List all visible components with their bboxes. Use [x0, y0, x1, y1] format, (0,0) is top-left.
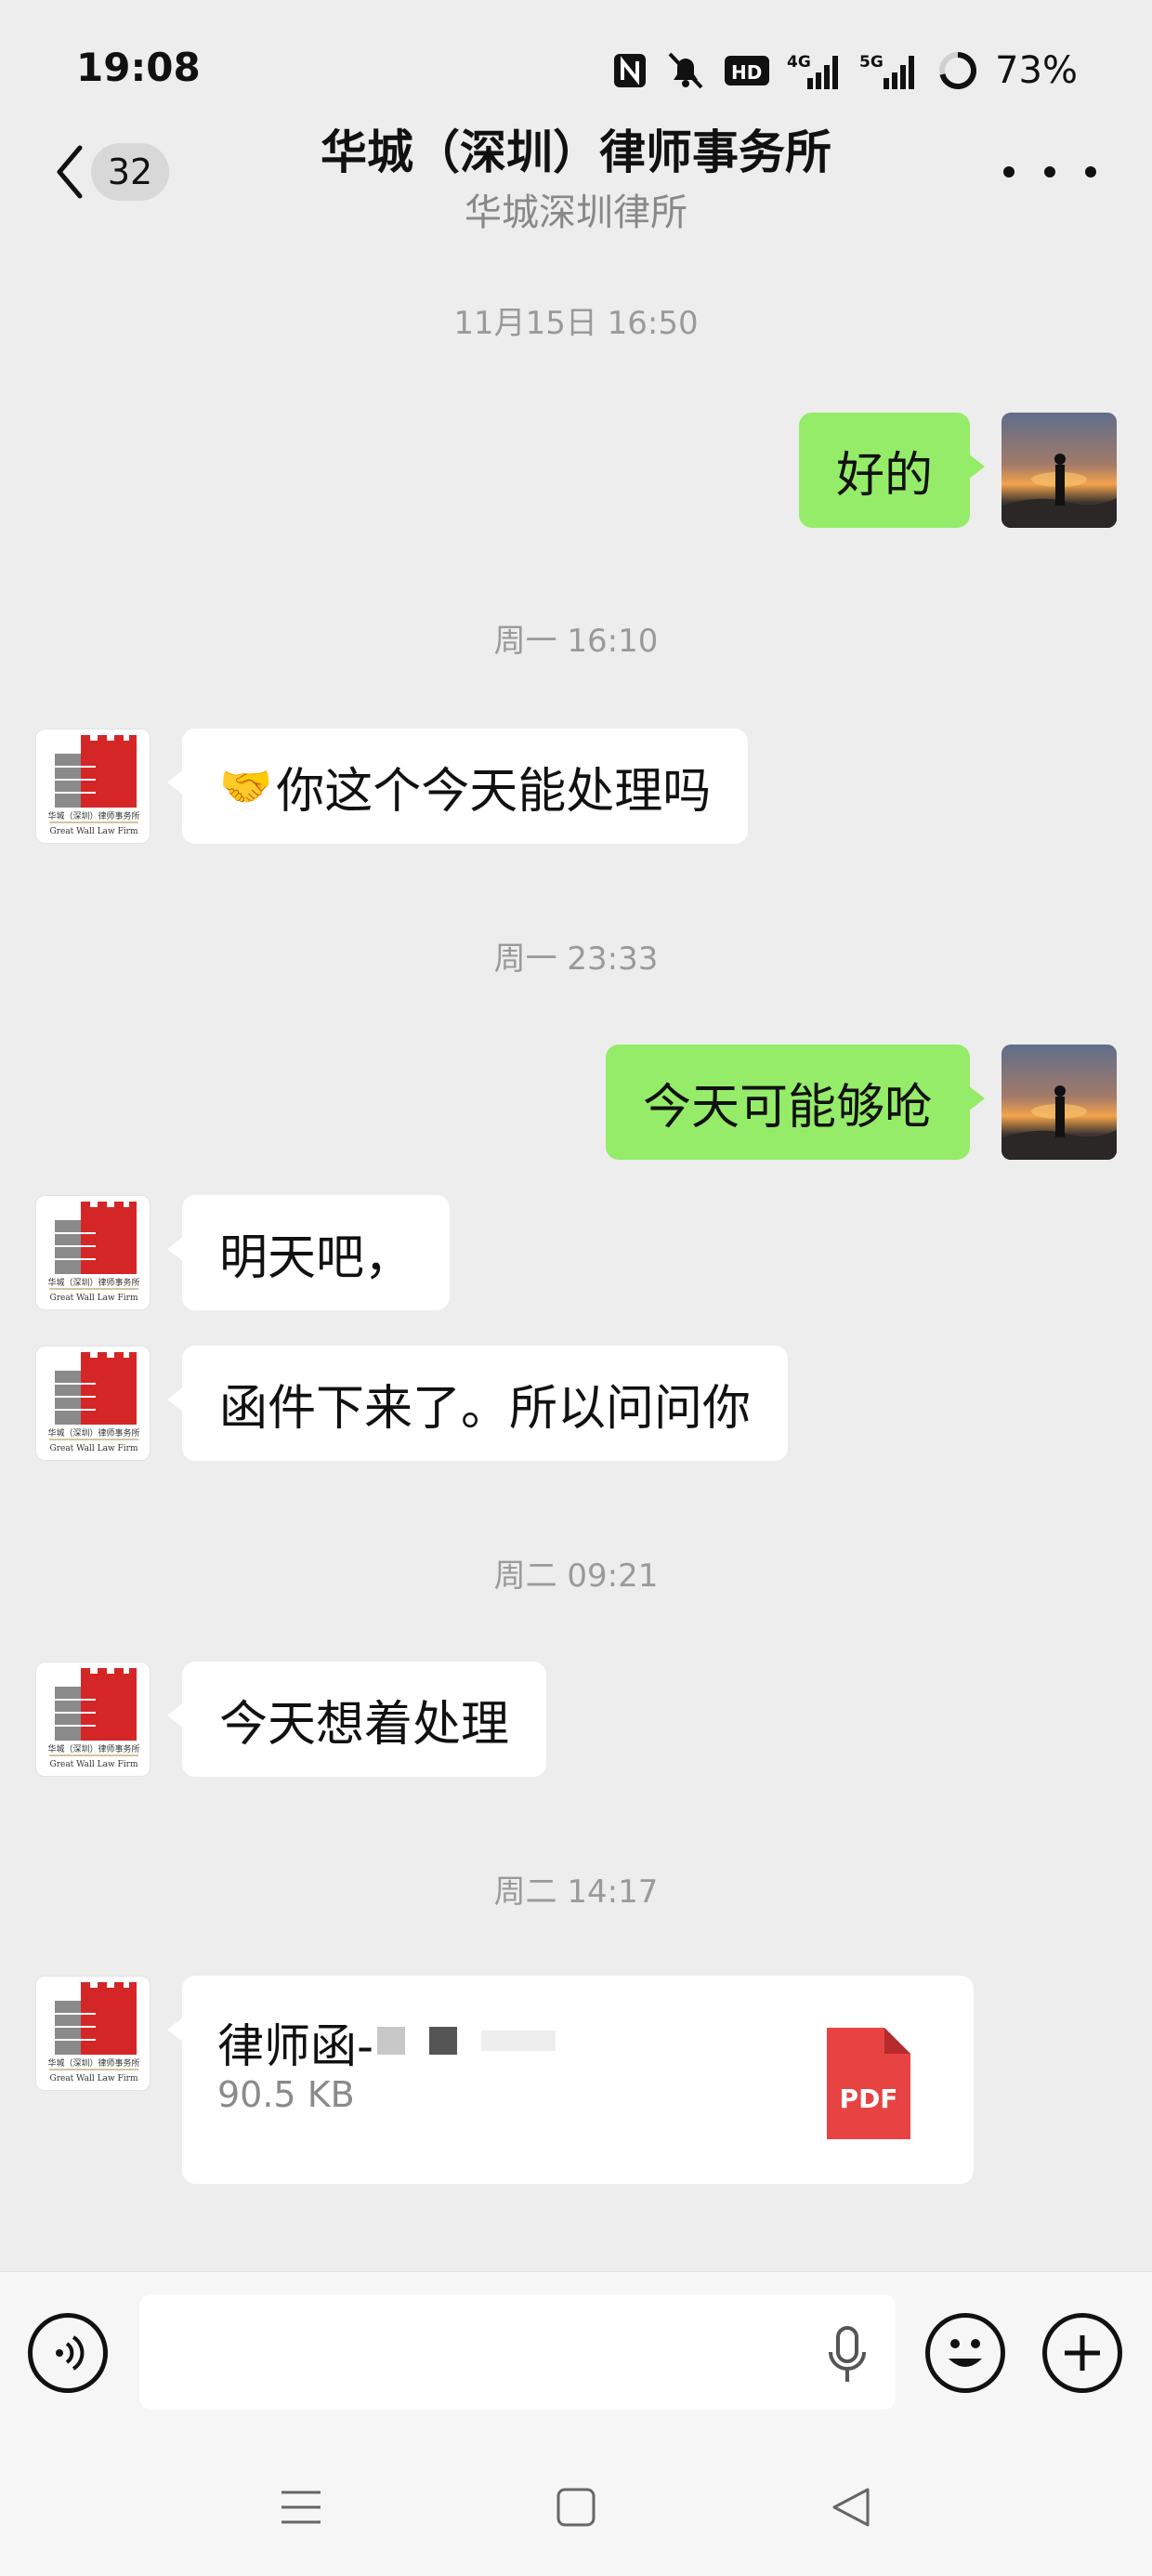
- chat-title: 华城（深圳）律师事务所: [321, 125, 831, 179]
- nfc-icon: [612, 50, 648, 91]
- timestamp: 周一 23:33: [493, 940, 659, 978]
- chat-subtitle: 华城深圳律所: [465, 191, 687, 234]
- law-firm-avatar[interactable]: 华城（深圳）律师事务所 Great Wall Law Firm: [35, 1662, 151, 1777]
- logo-line2: Great Wall Law Firm: [50, 827, 138, 836]
- microphone-icon: [829, 2326, 866, 2382]
- chat-header: 32 华城（深圳）律师事务所 华城深圳律所: [0, 102, 1152, 242]
- law-firm-avatar[interactable]: 华城（深圳）律师事务所 Great Wall Law Firm: [35, 1195, 151, 1310]
- 5g-signal-icon: 5G: [859, 50, 921, 91]
- logo-line1: 华城（深圳）律师事务所: [47, 1277, 139, 1288]
- law-firm-logo-icon: 华城（深圳）律师事务所 Great Wall Law Firm: [47, 1668, 140, 1769]
- my-avatar[interactable]: [1001, 413, 1117, 528]
- timestamp: 周二 14:17: [493, 1873, 659, 1911]
- handshake-emoji: 🤝: [219, 760, 273, 811]
- message-text: 你这个今天能处理吗: [276, 763, 712, 820]
- logo-line2: Great Wall Law Firm: [50, 1760, 138, 1769]
- file-name: 律师函-: [217, 2019, 374, 2073]
- message-bubble-received[interactable]: 函件下来了。所以问问你: [166, 1346, 789, 1461]
- emoji-button[interactable]: [925, 2313, 1005, 2393]
- smiley-icon: [949, 2339, 982, 2367]
- more-dot-icon: [1003, 166, 1015, 177]
- back-nav-button[interactable]: [823, 2479, 879, 2535]
- file-name-redacted: [377, 2022, 628, 2059]
- triangle-back-icon: [832, 2488, 870, 2527]
- system-nav-bar: [0, 2438, 1152, 2576]
- law-firm-logo-icon: 华城（深圳）律师事务所 Great Wall Law Firm: [47, 1202, 140, 1303]
- pdf-file-icon: PDF: [827, 2028, 910, 2139]
- message-bubble-received[interactable]: 🤝 你这个今天能处理吗: [166, 729, 749, 844]
- 4g-label: 4G: [787, 53, 811, 72]
- battery-percent: 73%: [995, 49, 1078, 92]
- logo-line1: 华城（深圳）律师事务所: [47, 1427, 139, 1439]
- file-size: 90.5 KB: [217, 2074, 355, 2115]
- 5g-label: 5G: [859, 53, 884, 72]
- logo-line1: 华城（深圳）律师事务所: [47, 810, 139, 821]
- menu-icon: [281, 2491, 321, 2524]
- 4g-signal-icon: 4G: [787, 50, 843, 91]
- timestamp: 周一 16:10: [493, 623, 659, 660]
- person-silhouette-icon: [1001, 453, 1117, 528]
- logo-line1: 华城（深圳）律师事务所: [47, 2057, 139, 2069]
- message-bubble-received[interactable]: 今天想着处理: [166, 1662, 547, 1777]
- mute-icon: [664, 50, 707, 91]
- law-firm-avatar[interactable]: 华城（深圳）律师事务所 Great Wall Law Firm: [35, 729, 151, 844]
- hd-icon: HD: [724, 50, 770, 91]
- law-firm-logo-icon: 华城（深圳）律师事务所 Great Wall Law Firm: [47, 1352, 140, 1453]
- more-dot-icon: [1044, 166, 1055, 177]
- plus-icon: [1065, 2335, 1100, 2371]
- logo-line2: Great Wall Law Firm: [50, 2074, 138, 2083]
- law-firm-avatar[interactable]: 华城（深圳）律师事务所 Great Wall Law Firm: [35, 1976, 151, 2091]
- microphone-button[interactable]: [819, 2322, 875, 2389]
- pdf-label: PDF: [839, 2083, 898, 2114]
- timestamp: 周二 09:21: [493, 1557, 659, 1595]
- square-home-icon: [556, 2488, 596, 2527]
- status-time: 19:08: [76, 45, 201, 90]
- law-firm-logo-icon: 华城（深圳）律师事务所 Great Wall Law Firm: [47, 1982, 140, 2083]
- status-icons: HD 4G 5G 73%: [612, 45, 1078, 97]
- logo-line2: Great Wall Law Firm: [50, 1294, 138, 1303]
- voice-input-button[interactable]: [28, 2313, 108, 2393]
- message-bubble-sent[interactable]: 今天可能够呛: [605, 1045, 986, 1160]
- input-bar: [0, 2271, 1152, 2438]
- timestamp: 11月15日 16:50: [453, 305, 699, 342]
- logo-line1: 华城（深圳）律师事务所: [47, 1743, 139, 1755]
- law-firm-logo-icon: 华城（深圳）律师事务所 Great Wall Law Firm: [47, 735, 140, 836]
- more-actions-button[interactable]: [1042, 2313, 1122, 2393]
- message-input[interactable]: [139, 2294, 896, 2410]
- hd-label: HD: [731, 61, 762, 84]
- more-dot-icon: [1085, 166, 1096, 177]
- battery-icon: [937, 50, 978, 91]
- law-firm-avatar[interactable]: 华城（深圳）律师事务所 Great Wall Law Firm: [35, 1346, 151, 1461]
- file-message-card[interactable]: 律师函- 90.5 KB PDF: [167, 1976, 974, 2184]
- more-options-button[interactable]: [1003, 158, 1096, 186]
- home-nav-button[interactable]: [548, 2479, 604, 2535]
- my-avatar[interactable]: [1001, 1045, 1117, 1160]
- message-bubble-sent[interactable]: 好的: [798, 413, 986, 528]
- logo-line2: Great Wall Law Firm: [50, 1444, 138, 1453]
- message-bubble-received[interactable]: 明天吧，: [166, 1195, 451, 1310]
- menu-nav-button[interactable]: [273, 2479, 329, 2535]
- voice-wave-icon: [56, 2335, 85, 2371]
- person-silhouette-icon: [1001, 1085, 1117, 1160]
